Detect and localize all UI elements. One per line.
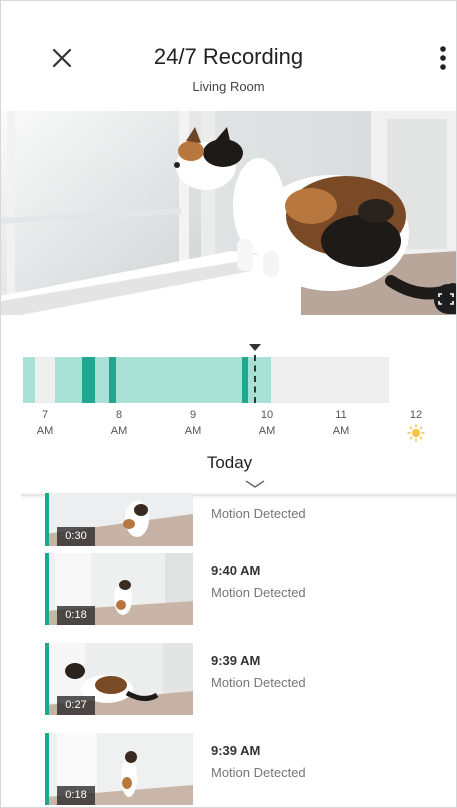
time-tick: 8 AM bbox=[99, 407, 139, 439]
app-frame: 24/7 Recording Living Room 7 AM 8 AM 9 A… bbox=[0, 0, 457, 808]
clip-event-label: Motion Detected bbox=[211, 506, 306, 521]
time-tick: 9 AM bbox=[173, 407, 213, 439]
timeline-track[interactable] bbox=[23, 357, 389, 403]
clip-accent-bar bbox=[45, 643, 49, 715]
more-options-button[interactable] bbox=[433, 41, 453, 75]
tick-hour: 7 bbox=[41, 409, 49, 421]
sun-icon bbox=[407, 424, 425, 442]
time-tick: 10 AM bbox=[247, 407, 287, 439]
clip-list[interactable]: 0:30 Motion Detected 0:18 9:40 AM Motion… bbox=[1, 493, 456, 807]
tick-period: AM bbox=[184, 425, 202, 437]
day-selector[interactable]: Today bbox=[1, 453, 456, 473]
clip-thumbnail: 0:18 bbox=[45, 553, 193, 625]
recording-timeline[interactable]: 7 AM 8 AM 9 AM 10 AM 11 AM 12 Today bbox=[1, 331, 456, 501]
clip-time: 9:40 AM bbox=[211, 563, 261, 578]
clip-accent-bar bbox=[45, 493, 49, 546]
clip-duration: 0:18 bbox=[57, 606, 95, 625]
tick-hour: 9 bbox=[189, 409, 197, 421]
clip-event-label: Motion Detected bbox=[211, 585, 306, 600]
clip-item[interactable]: 0:30 Motion Detected bbox=[45, 493, 425, 546]
playhead-marker[interactable] bbox=[249, 344, 261, 351]
clip-accent-bar bbox=[45, 553, 49, 625]
clip-duration: 0:27 bbox=[57, 696, 95, 715]
time-tick: 11 AM bbox=[321, 407, 361, 439]
tick-hour: 11 bbox=[335, 409, 347, 421]
time-tick: 7 AM bbox=[25, 407, 65, 439]
clip-time: 9:39 AM bbox=[211, 653, 261, 668]
clip-item[interactable]: 0:27 9:39 AM Motion Detected bbox=[45, 643, 425, 715]
clip-item[interactable]: 0:18 9:39 AM Motion Detected bbox=[45, 733, 425, 805]
clip-event-label: Motion Detected bbox=[211, 675, 306, 690]
playhead-line bbox=[254, 355, 256, 403]
camera-name: Living Room bbox=[192, 79, 265, 94]
tick-period: AM bbox=[36, 425, 54, 437]
clip-duration: 0:18 bbox=[57, 786, 95, 805]
page-title: 24/7 Recording bbox=[153, 44, 304, 69]
tick-hour: 12 bbox=[409, 409, 423, 421]
clip-time: 9:39 AM bbox=[211, 743, 261, 758]
header: 24/7 Recording Living Room bbox=[1, 1, 456, 111]
recorded-segment[interactable] bbox=[23, 357, 35, 403]
clip-thumbnail: 0:27 bbox=[45, 643, 193, 715]
chevron-down-icon[interactable] bbox=[244, 479, 266, 489]
motion-event-marker[interactable] bbox=[109, 357, 116, 403]
tick-period: AM bbox=[110, 425, 128, 437]
motion-event-marker[interactable] bbox=[242, 357, 248, 403]
tick-hour: 10 bbox=[260, 409, 274, 421]
tick-period: AM bbox=[258, 425, 276, 437]
clip-item[interactable]: 0:18 9:40 AM Motion Detected bbox=[45, 553, 425, 625]
clip-thumbnail: 0:30 bbox=[45, 493, 193, 546]
time-tick: 12 bbox=[396, 407, 436, 423]
video-player[interactable] bbox=[1, 111, 456, 315]
tick-hour: 8 bbox=[115, 409, 123, 421]
tick-period: AM bbox=[332, 425, 350, 437]
clip-accent-bar bbox=[45, 733, 49, 805]
motion-event-marker[interactable] bbox=[82, 357, 95, 403]
fullscreen-button[interactable] bbox=[434, 284, 456, 314]
more-vertical-icon bbox=[440, 46, 446, 70]
video-frame-image bbox=[1, 111, 456, 315]
fullscreen-icon bbox=[438, 293, 454, 305]
clip-event-label: Motion Detected bbox=[211, 765, 306, 780]
clip-thumbnail: 0:18 bbox=[45, 733, 193, 805]
clip-duration: 0:30 bbox=[57, 527, 95, 546]
